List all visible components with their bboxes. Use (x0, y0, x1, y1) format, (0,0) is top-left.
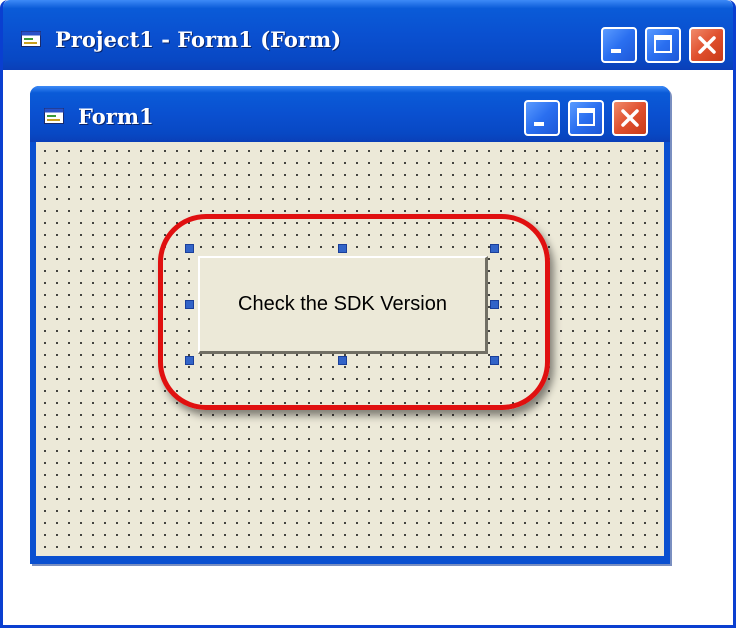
outer-titlebar[interactable]: Project1 - Form1 (Form) (3, 0, 733, 70)
form-close-button[interactable] (612, 100, 648, 136)
form-icon (44, 108, 64, 124)
outer-minimize-button[interactable] (601, 27, 637, 63)
resize-handle-left[interactable] (185, 300, 194, 309)
form-titlebar[interactable]: Form1 (30, 86, 670, 142)
form-maximize-button[interactable] (568, 100, 604, 136)
form-minimize-button[interactable] (524, 100, 560, 136)
outer-close-button[interactable] (689, 27, 725, 63)
form-window-title: Form1 (78, 104, 154, 129)
resize-handle-top-left[interactable] (185, 244, 194, 253)
maximize-icon (577, 108, 595, 126)
resize-handle-top-right[interactable] (490, 244, 499, 253)
resize-handle-bottom-right[interactable] (490, 356, 499, 365)
outer-window-title: Project1 - Form1 (Form) (55, 27, 342, 52)
resize-handle-right[interactable] (490, 300, 499, 309)
resize-handle-bottom-left[interactable] (185, 356, 194, 365)
form-icon (21, 31, 41, 47)
check-sdk-version-button[interactable]: Check the SDK Version (198, 256, 488, 354)
maximize-icon (654, 35, 672, 53)
outer-maximize-button[interactable] (645, 27, 681, 63)
resize-handle-bottom[interactable] (338, 356, 347, 365)
close-icon (621, 109, 639, 127)
close-icon (698, 36, 716, 54)
minimize-icon (611, 49, 621, 53)
resize-handle-top[interactable] (338, 244, 347, 253)
minimize-icon (534, 122, 544, 126)
